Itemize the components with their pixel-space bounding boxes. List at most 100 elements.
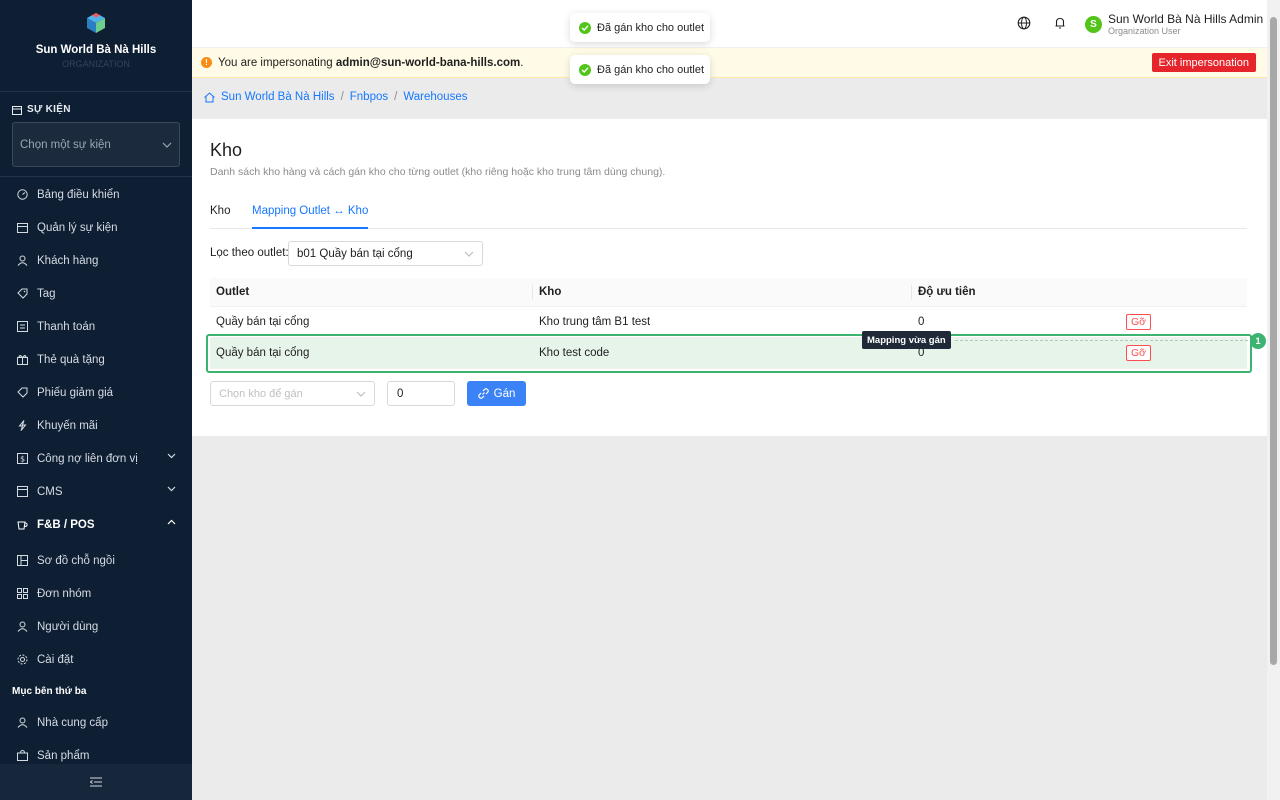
success-toast: Đã gán kho cho outlet	[570, 55, 710, 84]
outlet-filter-value: b01 Quầy bán tại cổng	[297, 247, 413, 260]
outlet-filter-select[interactable]: b01 Quầy bán tại cổng	[288, 241, 483, 266]
sidebar-item-group-orders[interactable]: Đơn nhóm	[0, 577, 192, 610]
sidebar-item-cms[interactable]: CMS	[0, 475, 192, 508]
sidebar-nav: Bảng điều khiển Quản lý sự kiện Khách hà…	[0, 178, 192, 772]
column-header-kho: Kho	[539, 286, 562, 298]
menu-fold-icon	[90, 777, 102, 787]
sidebar-item-fnb-pos[interactable]: F&B / POS	[0, 508, 192, 541]
chevron-down-icon	[162, 142, 172, 148]
table-header: Outlet Kho Độ ưu tiên	[210, 278, 1247, 307]
top-header: S Sun World Bà Nà Hills Admin Organizati…	[192, 0, 1267, 48]
filter-label: Lọc theo outlet:	[210, 247, 289, 259]
user-icon	[16, 255, 28, 267]
sidebar-item-users[interactable]: Người dùng	[0, 610, 192, 643]
check-circle-icon	[579, 21, 591, 34]
page-description: Danh sách kho hàng và cách gán kho cho t…	[210, 166, 666, 178]
warning-icon: !	[201, 57, 212, 68]
bell-icon[interactable]	[1053, 16, 1067, 30]
cell-kho: Kho test code	[539, 347, 610, 359]
scrollbar-thumb[interactable]	[1270, 17, 1277, 665]
payment-icon	[16, 321, 28, 333]
debt-icon: $	[16, 453, 28, 465]
third-party-section-label: Mục bên thứ ba	[12, 685, 87, 697]
impersonation-suffix: .	[520, 56, 524, 69]
chevron-down-icon	[356, 391, 366, 397]
home-icon[interactable]	[204, 91, 215, 103]
tag-icon	[16, 288, 28, 300]
impersonation-banner: ! You are impersonating admin@sun-world-…	[192, 48, 1267, 78]
toast-message: Đã gán kho cho outlet	[597, 63, 705, 76]
sidebar-item-customers[interactable]: Khách hàng	[0, 244, 192, 277]
event-select[interactable]: Chọn một sự kiện	[12, 122, 180, 167]
cell-kho: Kho trung tâm B1 test	[539, 316, 651, 328]
globe-icon[interactable]	[1017, 16, 1031, 30]
chevron-down-icon	[167, 486, 176, 492]
impersonation-prefix: You are impersonating	[218, 56, 336, 69]
gift-icon	[16, 354, 28, 366]
calendar-icon	[16, 222, 28, 234]
link-icon	[477, 388, 489, 399]
remove-mapping-button[interactable]: Gỡ	[1126, 345, 1151, 361]
sidebar-item-dashboard[interactable]: Bảng điều khiển	[0, 178, 192, 211]
dashboard-icon	[16, 189, 28, 201]
sidebar-item-gift-cards[interactable]: Thẻ quà tặng	[0, 343, 192, 376]
page-scrollbar[interactable]	[1267, 0, 1280, 800]
gear-icon	[16, 654, 28, 666]
avatar[interactable]: S	[1085, 16, 1102, 33]
brand: Sun World Bà Nà Hills ORGANIZATION	[0, 0, 192, 92]
remove-mapping-button[interactable]: Gỡ	[1126, 314, 1151, 330]
impersonation-email: admin@sun-world-bana-hills.com	[335, 56, 521, 69]
logo-cube-icon	[87, 13, 105, 33]
tabs: Kho Mapping Outlet ↔ Kho	[210, 205, 1247, 229]
breadcrumb-separator: /	[394, 91, 398, 103]
breadcrumb-warehouses[interactable]: Warehouses	[403, 91, 467, 103]
tab-mapping-outlet-kho[interactable]: Mapping Outlet ↔ Kho	[252, 205, 369, 229]
brand-subtitle: ORGANIZATION	[62, 59, 130, 69]
column-header-outlet: Outlet	[216, 286, 250, 298]
user-name[interactable]: Sun World Bà Nà Hills Admin	[1108, 12, 1263, 26]
sidebar-divider	[0, 176, 192, 177]
person-icon	[16, 621, 28, 633]
sidebar-item-tag[interactable]: Tag	[0, 277, 192, 310]
sidebar-item-promotions[interactable]: Khuyến mãi	[0, 409, 192, 442]
sidebar-item-coupons[interactable]: Phiếu giảm giá	[0, 376, 192, 409]
breadcrumb-fnbpos[interactable]: Fnbpos	[350, 91, 388, 103]
breadcrumb-org[interactable]: Sun World Bà Nà Hills	[221, 91, 335, 103]
breadcrumb: Sun World Bà Nà Hills / Fnbpos / Warehou…	[204, 91, 467, 103]
sidebar-item-suppliers[interactable]: Nhà cung cấp	[0, 706, 192, 739]
priority-input[interactable]	[387, 381, 455, 406]
highlight-tooltip: Mapping vừa gán	[862, 331, 951, 349]
check-circle-icon	[579, 63, 591, 76]
sidebar-item-seat-map[interactable]: Sơ đồ chỗ ngồi	[0, 544, 192, 577]
sidebar-item-settings[interactable]: Cài đặt	[0, 643, 192, 676]
tab-kho[interactable]: Kho	[210, 205, 230, 229]
main-card: Kho Danh sách kho hàng và cách gán kho c…	[192, 119, 1267, 436]
seat-map-icon	[16, 555, 28, 567]
kho-select-placeholder: Chọn kho để gán	[219, 387, 303, 400]
kho-select[interactable]: Chọn kho để gán	[210, 381, 375, 406]
coupon-icon	[16, 387, 28, 399]
calendar-small-icon	[12, 105, 22, 115]
sidebar-item-payment[interactable]: Thanh toán	[0, 310, 192, 343]
assign-button-label: Gán	[493, 387, 516, 400]
highlight-badge: 1	[1250, 333, 1266, 349]
product-icon	[16, 750, 28, 762]
grid-icon	[16, 588, 28, 600]
sidebar-item-inter-unit-debt[interactable]: $ Công nợ liên đơn vị	[0, 442, 192, 475]
chevron-down-icon	[464, 251, 474, 257]
exit-impersonation-button[interactable]: Exit impersonation	[1151, 53, 1256, 72]
sidebar-item-events[interactable]: Quản lý sự kiện	[0, 211, 192, 244]
svg-text:$: $	[19, 455, 24, 464]
assign-button[interactable]: Gán	[467, 381, 526, 406]
coffee-icon	[16, 519, 28, 531]
column-divider	[911, 285, 912, 300]
user-role: Organization User	[1108, 26, 1181, 36]
sidebar: Sun World Bà Nà Hills ORGANIZATION SỰ KI…	[0, 0, 192, 800]
cell-priority: 0	[918, 316, 925, 328]
page-title: Kho	[210, 140, 243, 160]
breadcrumb-separator: /	[340, 91, 344, 103]
sidebar-collapse-button[interactable]	[0, 764, 192, 800]
highlight-leader-line	[955, 340, 1248, 341]
success-toast: Đã gán kho cho outlet	[570, 13, 710, 42]
flash-icon	[16, 420, 28, 432]
